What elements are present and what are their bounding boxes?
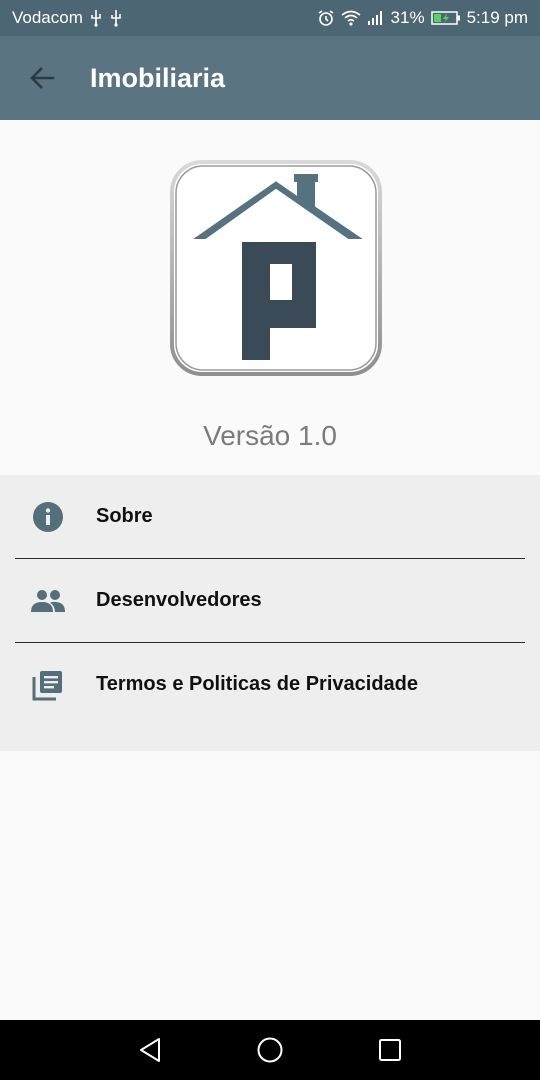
menu-item-label: Termos e Politicas de Privacidade [96,673,418,695]
battery-charging-icon [430,10,461,26]
library-books-icon [30,667,66,703]
carrier-name: Vodacom [12,8,83,27]
info-icon [30,499,66,535]
status-bar: Vodacom 31% 5:19 pm [0,0,540,36]
version-label: Versão 1.0 [203,420,337,451]
menu-item-label: Desenvolvedores [96,589,262,611]
clock-time: 5:19 pm [466,8,528,27]
people-icon [30,583,66,619]
usb-icon [89,9,103,27]
wifi-icon [341,10,361,26]
usb-debug-icon [109,9,123,27]
nav-recents-button[interactable] [330,1020,450,1080]
nav-back-button[interactable] [90,1020,210,1080]
app-logo [170,160,382,376]
alarm-icon [317,9,335,27]
about-menu: Sobre Desenvolvedores Termos e Politicas… [0,475,540,751]
menu-item-termos[interactable]: Termos e Politicas de Privacidade [0,643,540,726]
nav-home-button[interactable] [210,1020,330,1080]
signal-icon [367,10,385,26]
menu-item-sobre[interactable]: Sobre [0,475,540,558]
menu-item-label: Sobre [96,505,153,527]
system-nav-bar [0,1020,540,1080]
circle-home-icon [257,1037,283,1063]
arrow-back-icon [30,67,55,89]
app-title: Imobiliaria [90,62,226,93]
battery-percent: 31% [390,8,425,27]
triangle-back-icon [140,1038,160,1062]
app-bar: Imobiliaria [0,36,540,120]
back-button[interactable] [0,36,84,120]
menu-item-desenvolvedores[interactable]: Desenvolvedores [0,559,540,642]
square-recents-icon [379,1039,401,1061]
